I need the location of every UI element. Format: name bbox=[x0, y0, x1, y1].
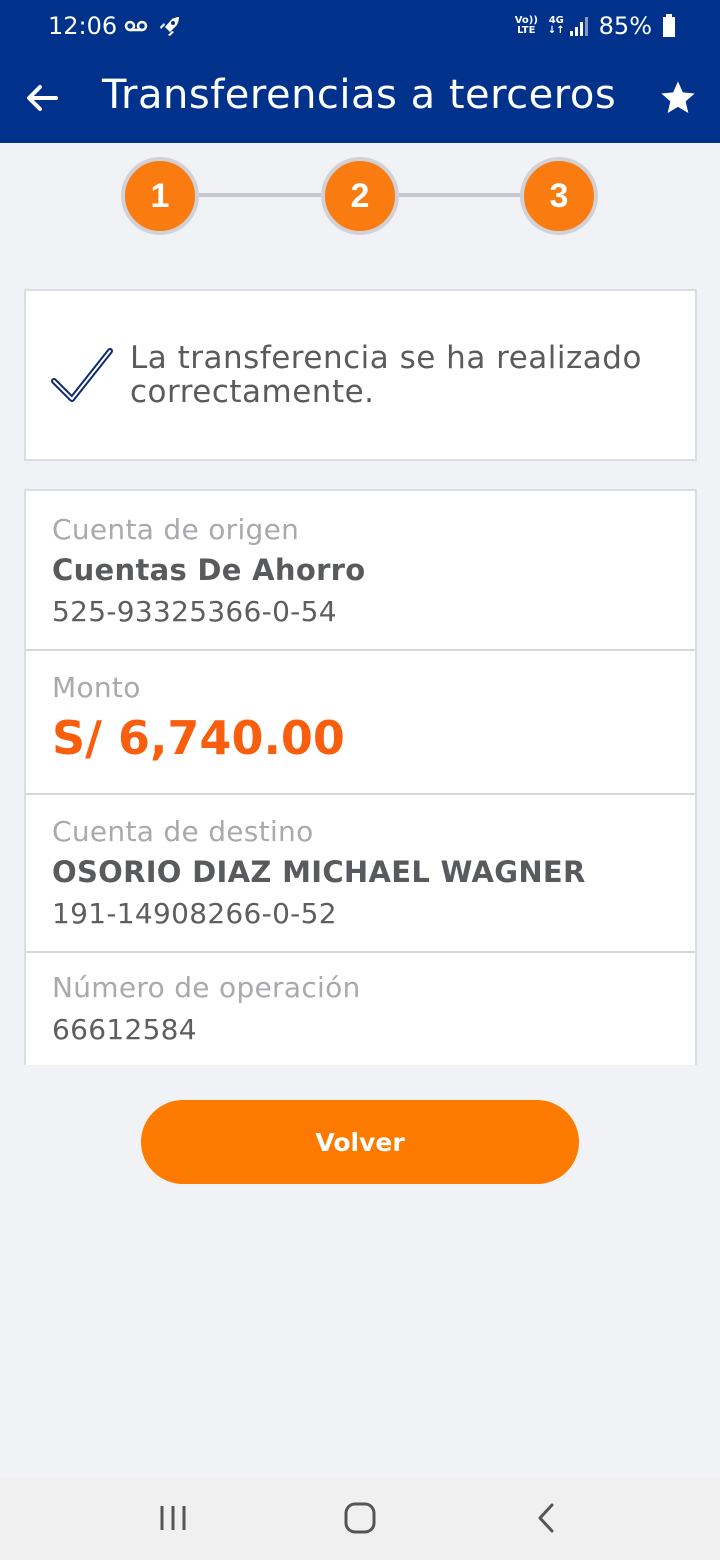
status-time: 12:06 bbox=[48, 12, 118, 40]
operation-section: Número de operación 66612584 bbox=[26, 953, 695, 1065]
battery-icon bbox=[663, 14, 675, 37]
success-card: La transferencia se ha realizado correct… bbox=[24, 289, 697, 461]
operation-label: Número de operación bbox=[52, 971, 361, 1004]
status-icons-left bbox=[124, 14, 184, 44]
destination-label: Cuenta de destino bbox=[52, 815, 314, 848]
favorite-button[interactable] bbox=[658, 78, 698, 118]
success-message: La transferencia se ha realizado correct… bbox=[130, 340, 642, 410]
destination-name: OSORIO DIAZ MICHAEL WAGNER bbox=[52, 855, 586, 889]
home-icon bbox=[344, 1502, 376, 1534]
operation-number: 66612584 bbox=[52, 1013, 197, 1046]
rocket-icon bbox=[160, 17, 179, 36]
step-3: 3 bbox=[520, 157, 598, 235]
origin-account-number: 525-93325366-0-54 bbox=[52, 595, 337, 628]
origin-section: Cuenta de origen Cuentas De Ahorro 525-9… bbox=[26, 491, 695, 651]
details-card: Cuenta de origen Cuentas De Ahorro 525-9… bbox=[24, 489, 697, 1065]
signal-icon bbox=[569, 17, 588, 36]
step-2: 2 bbox=[321, 157, 399, 235]
back-button[interactable] bbox=[22, 78, 62, 118]
system-nav-bar bbox=[0, 1478, 720, 1560]
origin-account-type: Cuentas De Ahorro bbox=[52, 553, 366, 587]
nav-back-button[interactable] bbox=[522, 1496, 572, 1540]
stepper: 1 2 3 bbox=[0, 143, 720, 253]
voicemail-icon bbox=[124, 20, 148, 32]
recent-apps-icon bbox=[160, 1506, 186, 1530]
amount-value: S/ 6,740.00 bbox=[52, 711, 345, 765]
step-connector bbox=[196, 193, 326, 197]
data-indicator: 4G ↓↑ bbox=[548, 15, 589, 37]
step-connector bbox=[396, 193, 526, 197]
arrow-left-icon bbox=[27, 85, 58, 111]
amount-section: Monto S/ 6,740.00 bbox=[26, 651, 695, 795]
volver-button[interactable]: Volver bbox=[141, 1100, 579, 1184]
checkmark-icon bbox=[51, 348, 113, 402]
amount-label: Monto bbox=[52, 671, 141, 704]
status-bar: 12:06 Vo)) LTE 4G ↓↑ 85% bbox=[0, 0, 720, 54]
origin-label: Cuenta de origen bbox=[52, 513, 300, 546]
step-1: 1 bbox=[121, 157, 199, 235]
status-right: Vo)) LTE 4G ↓↑ 85% bbox=[515, 12, 676, 40]
home-button[interactable] bbox=[335, 1496, 385, 1540]
page-title: Transferencias a terceros bbox=[102, 72, 617, 118]
destination-account-number: 191-14908266-0-52 bbox=[52, 897, 337, 930]
destination-section: Cuenta de destino OSORIO DIAZ MICHAEL WA… bbox=[26, 795, 695, 953]
recent-apps-button[interactable] bbox=[148, 1496, 198, 1540]
back-icon bbox=[538, 1503, 554, 1533]
volte-indicator: Vo)) LTE bbox=[514, 15, 538, 36]
app-bar: Transferencias a terceros bbox=[0, 54, 720, 143]
star-icon bbox=[661, 81, 695, 113]
battery-percent: 85% bbox=[598, 12, 652, 40]
